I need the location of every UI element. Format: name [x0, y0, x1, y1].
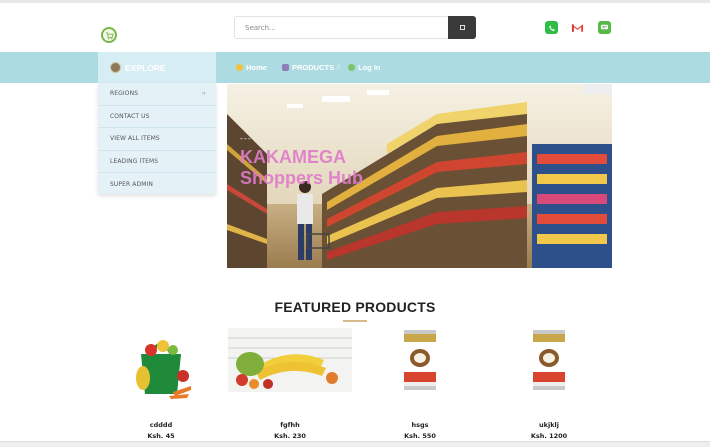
search-button[interactable] — [448, 16, 476, 39]
explore-sidebar: REGIONS ⠶ CONTACT US VIEW ALL ITEMS LEAD… — [98, 83, 216, 194]
hero-banner: ---- KAKAMEGA Shoppers Hub — [227, 84, 612, 268]
search-icon — [459, 25, 465, 30]
product-image-coconut-milk-can[interactable] — [358, 328, 482, 400]
sidebar-item-view-all-items[interactable]: VIEW ALL ITEMS — [98, 128, 216, 151]
product-price: Ksh. 230 — [274, 432, 306, 440]
product-image-grocery-bag[interactable] — [99, 328, 223, 400]
nav-products-label: PRODUCTS — [292, 62, 335, 72]
nav-products[interactable]: PRODUCTS ▯ — [282, 61, 340, 73]
products-icon — [282, 63, 289, 71]
gmail-icon[interactable] — [571, 21, 584, 34]
chevron-down-icon: ▯ — [337, 64, 340, 70]
search-bar — [234, 16, 476, 39]
product-price: Ksh. 45 — [147, 432, 175, 440]
sidebar-item-label: SUPER ADMIN — [110, 180, 153, 188]
phone-icon[interactable] — [545, 21, 558, 34]
nav-login-label: Log In — [358, 62, 381, 72]
product-price: Ksh. 1200 — [530, 432, 568, 440]
explore-header[interactable]: EXPLORE — [98, 52, 216, 83]
product-card-ukjklj[interactable]: ukjklj Ksh. 1200 — [487, 328, 611, 447]
product-card-cdddd[interactable]: cdddd Ksh. 45 — [99, 328, 223, 447]
sidebar-item-label: REGIONS — [110, 90, 139, 98]
nav-home[interactable]: Home — [236, 61, 267, 73]
product-name[interactable]: ukjklj — [487, 421, 611, 429]
sidebar-item-regions[interactable]: REGIONS ⠶ — [98, 83, 216, 106]
home-icon — [236, 63, 243, 71]
top-border — [0, 0, 710, 3]
hero-title-line1: KAKAMEGA — [240, 147, 346, 167]
product-name[interactable]: hsgs — [358, 421, 482, 429]
sidebar-item-contact-us[interactable]: CONTACT US — [98, 106, 216, 128]
hero-title-line2: Shoppers Hub — [240, 168, 364, 188]
sidebar-item-label: LEADING ITEMS — [110, 157, 159, 165]
chevron-right-icon: ⠶ — [201, 90, 206, 98]
sidebar-item-label: CONTACT US — [110, 112, 150, 120]
sidebar-item-label: VIEW ALL ITEMS — [110, 135, 160, 143]
sidebar-item-super-admin[interactable]: SUPER ADMIN — [98, 173, 216, 196]
product-card-fgfhh[interactable]: fgfhh Ksh. 230 — [228, 328, 352, 447]
featured-products-title: FEATURED PRODUCTS — [274, 299, 436, 315]
title-underline — [343, 320, 367, 322]
nav-home-label: Home — [246, 62, 267, 72]
product-card-hsgs[interactable]: hsgs Ksh. 550 — [358, 328, 482, 447]
horizontal-scrollbar[interactable] — [0, 441, 710, 447]
explore-label: EXPLORE — [125, 62, 166, 73]
product-image-coconut-milk-can[interactable] — [487, 328, 611, 400]
product-price: Ksh. 550 — [404, 432, 436, 440]
hero-dash: ---- — [240, 134, 256, 143]
shop-logo-icon[interactable] — [101, 27, 117, 43]
sidebar-item-leading-items[interactable]: LEADING ITEMS — [98, 151, 216, 173]
search-input[interactable] — [234, 16, 448, 39]
chat-icon[interactable] — [598, 21, 611, 34]
nav-login[interactable]: Log In — [348, 61, 381, 73]
product-name[interactable]: cdddd — [99, 421, 223, 429]
product-image-fruit-cart[interactable] — [228, 328, 352, 400]
login-icon — [348, 63, 355, 71]
hero-title: KAKAMEGA Shoppers Hub — [240, 147, 363, 189]
product-name[interactable]: fgfhh — [228, 421, 352, 429]
explore-icon — [110, 62, 121, 73]
